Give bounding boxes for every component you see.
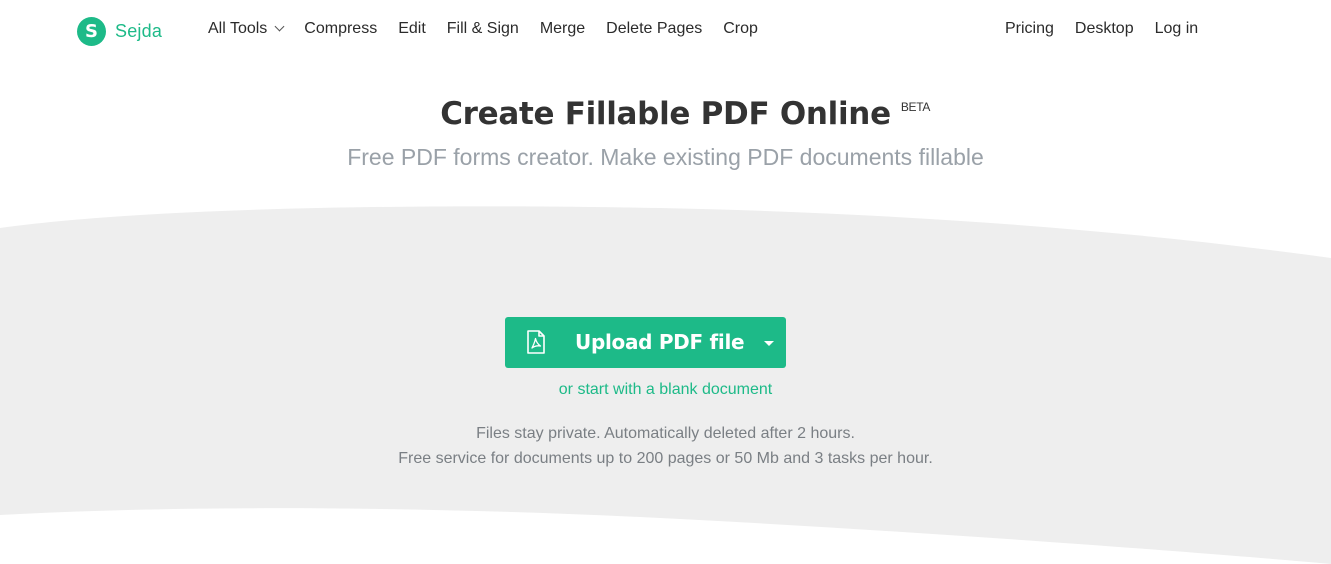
caret-down-icon[interactable] [764,341,774,346]
page-title-text: Create Fillable PDF Online [440,96,891,132]
nav-desktop[interactable]: Desktop [1075,20,1134,38]
blank-document-link[interactable]: or start with a blank document [559,381,772,398]
nav-fill-sign[interactable]: Fill & Sign [447,20,519,38]
page-title: Create Fillable PDF Online BETA [440,96,930,132]
upload-button-label: Upload PDF file [575,330,745,354]
nav-compress[interactable]: Compress [304,20,377,38]
limits-note: Free service for documents up to 200 pag… [398,450,933,467]
account-nav: Pricing Desktop Log in [1005,20,1219,38]
chevron-down-icon [274,21,285,31]
nav-edit[interactable]: Edit [398,20,426,38]
page-subtitle: Free PDF forms creator. Make existing PD… [347,144,984,170]
upload-pdf-button[interactable]: Upload PDF file [505,317,786,368]
beta-badge: BETA [900,100,931,114]
blank-document-link-wrap: or start with a blank document [0,381,1331,399]
nav-pricing[interactable]: Pricing [1005,20,1054,38]
privacy-note: Files stay private. Automatically delete… [476,425,855,442]
sejda-logo[interactable]: S Sejda [77,17,162,46]
nav-delete-pages[interactable]: Delete Pages [606,20,702,38]
top-navbar: S Sejda All Tools Compress Edit Fill & S… [0,0,1331,64]
nav-login[interactable]: Log in [1155,20,1199,38]
logo-text: Sejda [115,21,163,41]
nav-crop[interactable]: Crop [723,20,758,38]
main-nav: All Tools Compress Edit Fill & Sign Merg… [208,20,779,38]
logo-icon: S [77,17,106,46]
nav-all-tools-label: All Tools [208,20,268,37]
nav-merge[interactable]: Merge [540,20,585,38]
pdf-file-icon [527,330,545,354]
nav-all-tools[interactable]: All Tools [208,20,285,38]
hero-title-wrap: Create Fillable PDF Online BETA [0,96,1331,132]
